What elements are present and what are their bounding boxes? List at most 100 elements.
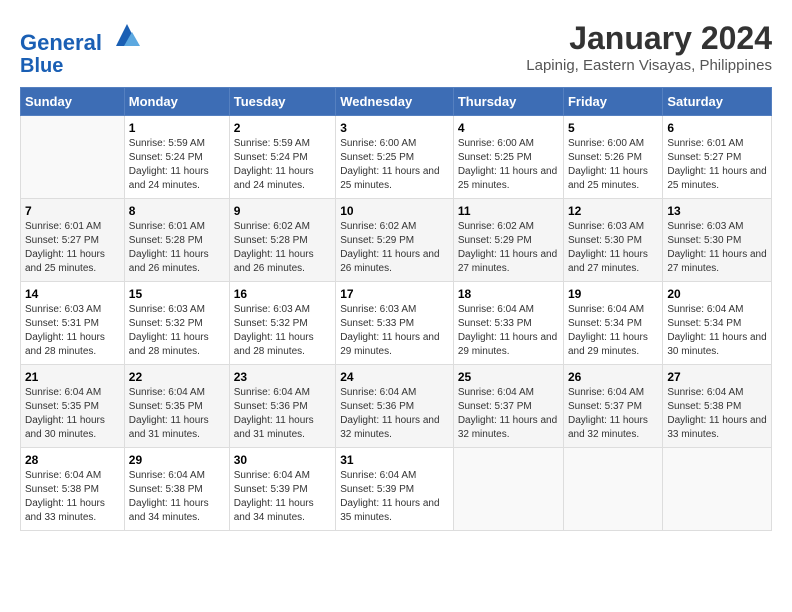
page-header: General Blue January 2024 Lapinig, Easte… (20, 20, 772, 77)
day-number: 24 (340, 370, 449, 384)
day-cell: 20 Sunrise: 6:04 AMSunset: 5:34 PMDaylig… (663, 282, 772, 365)
week-row-2: 7 Sunrise: 6:01 AMSunset: 5:27 PMDayligh… (21, 199, 772, 282)
day-info: Sunrise: 6:04 AMSunset: 5:38 PMDaylight:… (25, 469, 120, 525)
day-info: Sunrise: 6:04 AMSunset: 5:35 PMDaylight:… (25, 386, 120, 442)
day-cell: 30 Sunrise: 6:04 AMSunset: 5:39 PMDaylig… (229, 448, 335, 531)
logo-general: General (20, 30, 102, 55)
day-info: Sunrise: 6:04 AMSunset: 5:37 PMDaylight:… (568, 386, 658, 442)
day-number: 1 (129, 121, 225, 135)
header-day-saturday: Saturday (663, 88, 772, 116)
header-day-monday: Monday (124, 88, 229, 116)
day-cell: 6 Sunrise: 6:01 AMSunset: 5:27 PMDayligh… (663, 116, 772, 199)
day-cell: 1 Sunrise: 5:59 AMSunset: 5:24 PMDayligh… (124, 116, 229, 199)
day-info: Sunrise: 6:03 AMSunset: 5:32 PMDaylight:… (234, 303, 331, 359)
day-cell: 8 Sunrise: 6:01 AMSunset: 5:28 PMDayligh… (124, 199, 229, 282)
day-number: 2 (234, 121, 331, 135)
title-section: January 2024 Lapinig, Eastern Visayas, P… (526, 20, 772, 74)
day-cell: 5 Sunrise: 6:00 AMSunset: 5:26 PMDayligh… (563, 116, 662, 199)
day-cell: 18 Sunrise: 6:04 AMSunset: 5:33 PMDaylig… (453, 282, 563, 365)
day-cell: 19 Sunrise: 6:04 AMSunset: 5:34 PMDaylig… (563, 282, 662, 365)
day-cell (663, 448, 772, 531)
day-info: Sunrise: 6:01 AMSunset: 5:27 PMDaylight:… (25, 220, 120, 276)
day-number: 10 (340, 204, 449, 218)
header-day-friday: Friday (563, 88, 662, 116)
day-number: 17 (340, 287, 449, 301)
week-row-3: 14 Sunrise: 6:03 AMSunset: 5:31 PMDaylig… (21, 282, 772, 365)
logo: General Blue (20, 20, 142, 77)
day-info: Sunrise: 6:03 AMSunset: 5:30 PMDaylight:… (667, 220, 767, 276)
location: Lapinig, Eastern Visayas, Philippines (526, 57, 772, 74)
day-info: Sunrise: 6:00 AMSunset: 5:25 PMDaylight:… (340, 137, 449, 193)
day-number: 28 (25, 453, 120, 467)
day-cell: 17 Sunrise: 6:03 AMSunset: 5:33 PMDaylig… (336, 282, 454, 365)
day-number: 27 (667, 370, 767, 384)
day-cell: 9 Sunrise: 6:02 AMSunset: 5:28 PMDayligh… (229, 199, 335, 282)
day-cell: 7 Sunrise: 6:01 AMSunset: 5:27 PMDayligh… (21, 199, 125, 282)
day-cell: 10 Sunrise: 6:02 AMSunset: 5:29 PMDaylig… (336, 199, 454, 282)
day-number: 11 (458, 204, 559, 218)
day-number: 21 (25, 370, 120, 384)
day-cell: 21 Sunrise: 6:04 AMSunset: 5:35 PMDaylig… (21, 365, 125, 448)
logo-blue: Blue (20, 55, 142, 77)
day-info: Sunrise: 6:04 AMSunset: 5:33 PMDaylight:… (458, 303, 559, 359)
day-cell: 27 Sunrise: 6:04 AMSunset: 5:38 PMDaylig… (663, 365, 772, 448)
day-info: Sunrise: 6:04 AMSunset: 5:37 PMDaylight:… (458, 386, 559, 442)
day-cell: 28 Sunrise: 6:04 AMSunset: 5:38 PMDaylig… (21, 448, 125, 531)
day-info: Sunrise: 5:59 AMSunset: 5:24 PMDaylight:… (234, 137, 331, 193)
week-row-1: 1 Sunrise: 5:59 AMSunset: 5:24 PMDayligh… (21, 116, 772, 199)
calendar-header-row: SundayMondayTuesdayWednesdayThursdayFrid… (21, 88, 772, 116)
day-info: Sunrise: 6:00 AMSunset: 5:25 PMDaylight:… (458, 137, 559, 193)
day-info: Sunrise: 6:02 AMSunset: 5:28 PMDaylight:… (234, 220, 331, 276)
day-cell: 14 Sunrise: 6:03 AMSunset: 5:31 PMDaylig… (21, 282, 125, 365)
day-number: 3 (340, 121, 449, 135)
day-cell (21, 116, 125, 199)
day-cell: 15 Sunrise: 6:03 AMSunset: 5:32 PMDaylig… (124, 282, 229, 365)
day-cell: 12 Sunrise: 6:03 AMSunset: 5:30 PMDaylig… (563, 199, 662, 282)
day-cell: 16 Sunrise: 6:03 AMSunset: 5:32 PMDaylig… (229, 282, 335, 365)
day-cell: 4 Sunrise: 6:00 AMSunset: 5:25 PMDayligh… (453, 116, 563, 199)
day-info: Sunrise: 6:02 AMSunset: 5:29 PMDaylight:… (340, 220, 449, 276)
day-cell: 3 Sunrise: 6:00 AMSunset: 5:25 PMDayligh… (336, 116, 454, 199)
day-cell (453, 448, 563, 531)
day-info: Sunrise: 6:03 AMSunset: 5:31 PMDaylight:… (25, 303, 120, 359)
day-number: 13 (667, 204, 767, 218)
day-cell: 22 Sunrise: 6:04 AMSunset: 5:35 PMDaylig… (124, 365, 229, 448)
day-number: 14 (25, 287, 120, 301)
day-number: 15 (129, 287, 225, 301)
week-row-4: 21 Sunrise: 6:04 AMSunset: 5:35 PMDaylig… (21, 365, 772, 448)
day-number: 8 (129, 204, 225, 218)
day-info: Sunrise: 6:04 AMSunset: 5:36 PMDaylight:… (234, 386, 331, 442)
calendar-table: SundayMondayTuesdayWednesdayThursdayFrid… (20, 87, 772, 531)
week-row-5: 28 Sunrise: 6:04 AMSunset: 5:38 PMDaylig… (21, 448, 772, 531)
day-info: Sunrise: 6:04 AMSunset: 5:34 PMDaylight:… (667, 303, 767, 359)
day-info: Sunrise: 6:04 AMSunset: 5:35 PMDaylight:… (129, 386, 225, 442)
day-number: 9 (234, 204, 331, 218)
day-info: Sunrise: 6:03 AMSunset: 5:30 PMDaylight:… (568, 220, 658, 276)
day-number: 26 (568, 370, 658, 384)
day-number: 31 (340, 453, 449, 467)
day-info: Sunrise: 6:04 AMSunset: 5:39 PMDaylight:… (234, 469, 331, 525)
day-info: Sunrise: 6:00 AMSunset: 5:26 PMDaylight:… (568, 137, 658, 193)
day-number: 7 (25, 204, 120, 218)
header-day-sunday: Sunday (21, 88, 125, 116)
header-day-thursday: Thursday (453, 88, 563, 116)
day-number: 20 (667, 287, 767, 301)
day-cell: 2 Sunrise: 5:59 AMSunset: 5:24 PMDayligh… (229, 116, 335, 199)
header-day-tuesday: Tuesday (229, 88, 335, 116)
day-info: Sunrise: 6:01 AMSunset: 5:28 PMDaylight:… (129, 220, 225, 276)
day-cell: 31 Sunrise: 6:04 AMSunset: 5:39 PMDaylig… (336, 448, 454, 531)
day-cell: 26 Sunrise: 6:04 AMSunset: 5:37 PMDaylig… (563, 365, 662, 448)
day-info: Sunrise: 6:02 AMSunset: 5:29 PMDaylight:… (458, 220, 559, 276)
month-title: January 2024 (526, 20, 772, 57)
day-cell: 11 Sunrise: 6:02 AMSunset: 5:29 PMDaylig… (453, 199, 563, 282)
day-cell: 24 Sunrise: 6:04 AMSunset: 5:36 PMDaylig… (336, 365, 454, 448)
day-number: 5 (568, 121, 658, 135)
day-cell: 29 Sunrise: 6:04 AMSunset: 5:38 PMDaylig… (124, 448, 229, 531)
day-number: 18 (458, 287, 559, 301)
day-info: Sunrise: 6:04 AMSunset: 5:38 PMDaylight:… (667, 386, 767, 442)
logo-text: General (20, 20, 142, 55)
day-info: Sunrise: 6:04 AMSunset: 5:38 PMDaylight:… (129, 469, 225, 525)
day-cell: 13 Sunrise: 6:03 AMSunset: 5:30 PMDaylig… (663, 199, 772, 282)
day-info: Sunrise: 6:03 AMSunset: 5:33 PMDaylight:… (340, 303, 449, 359)
header-day-wednesday: Wednesday (336, 88, 454, 116)
